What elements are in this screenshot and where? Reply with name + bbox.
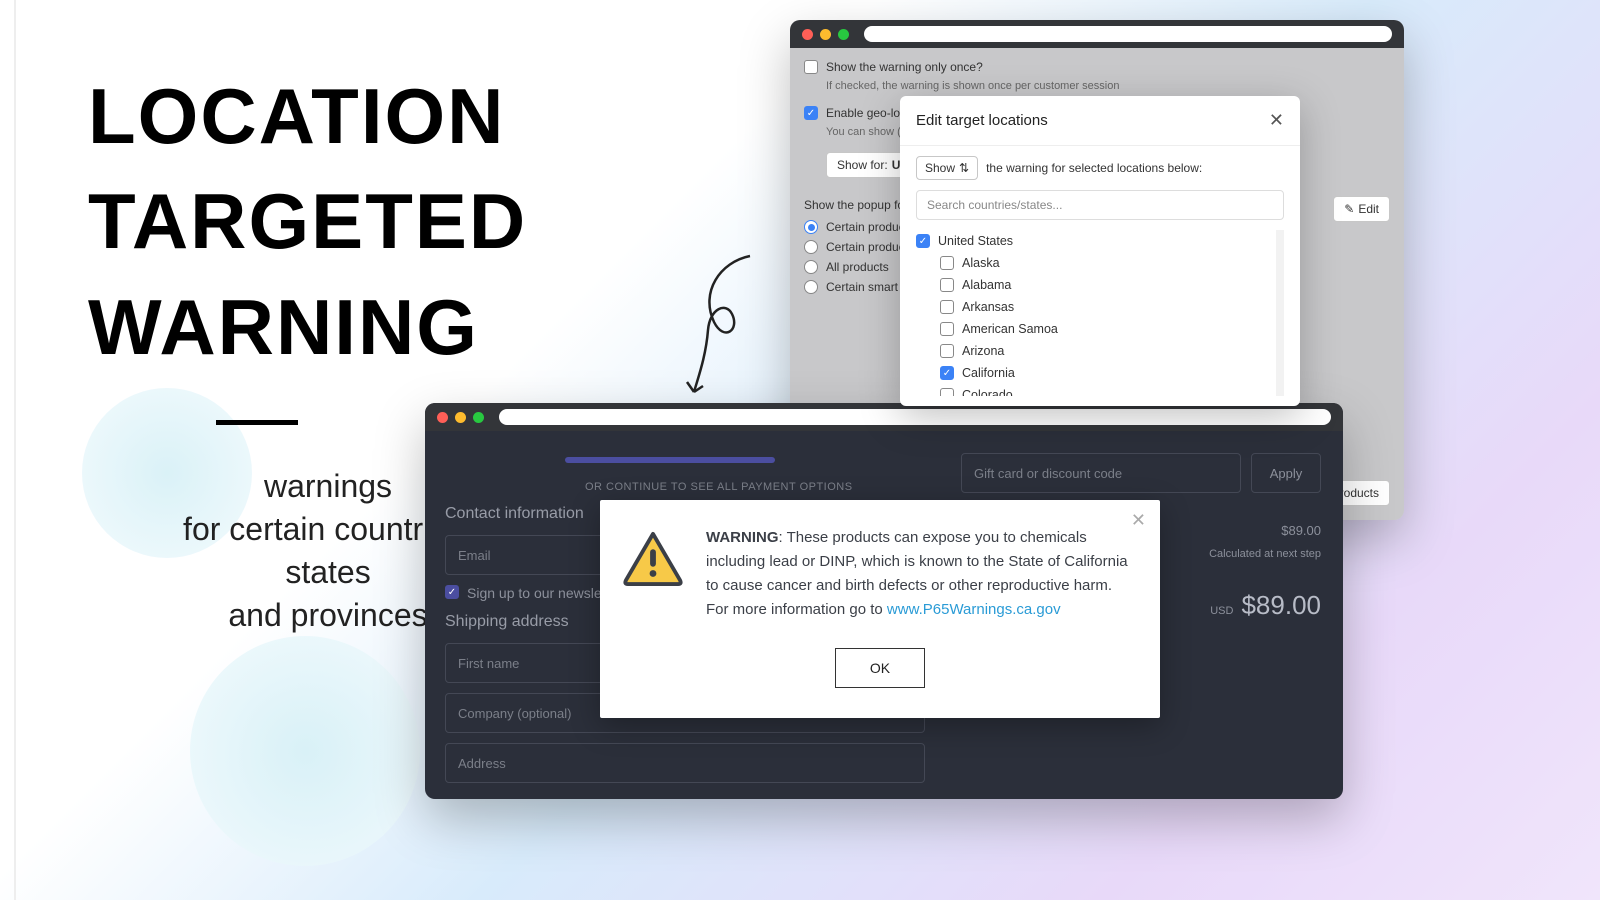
edit-label: Edit	[1358, 202, 1379, 216]
location-checkbox[interactable]	[940, 256, 954, 270]
divider	[216, 420, 298, 425]
show-once-checkbox[interactable]	[804, 60, 818, 74]
hero-sub-line: states	[285, 554, 370, 590]
hero-sub-line: and provinces	[228, 597, 427, 633]
show-once-help: If checked, the warning is shown once pe…	[826, 80, 1390, 92]
window-max-dot[interactable]	[473, 412, 484, 423]
location-checkbox[interactable]: ✓	[916, 234, 930, 248]
location-node[interactable]: Arizona	[916, 340, 1270, 362]
progress-bar	[565, 457, 775, 463]
window-min-dot[interactable]	[455, 412, 466, 423]
newsletter-checkbox[interactable]: ✓	[445, 585, 459, 599]
window-max-dot[interactable]	[838, 29, 849, 40]
location-node[interactable]: ✓ United States	[916, 230, 1270, 252]
location-tree[interactable]: ✓ United States Alaska Alabama Arkansas Ameri…	[916, 230, 1284, 396]
discount-field[interactable]: Gift card or discount code	[961, 453, 1241, 493]
location-label: Alabama	[962, 278, 1011, 292]
subtotal-value: $89.00	[1281, 523, 1321, 538]
newsletter-label: Sign up to our newsletter	[467, 585, 622, 601]
location-checkbox[interactable]	[940, 322, 954, 336]
location-checkbox[interactable]: ✓	[940, 366, 954, 380]
edit-locations-modal: Edit target locations ✕ Show ⇅ the warni…	[900, 96, 1300, 406]
action-value: Show	[925, 161, 955, 175]
show-for-prefix: Show for:	[837, 158, 888, 172]
location-label: Alaska	[962, 256, 1000, 270]
location-node[interactable]: American Samoa	[916, 318, 1270, 340]
hero-title: LOCATION TARGETED WARNING	[88, 64, 774, 380]
warning-text: WARNING: These products can expose you t…	[706, 526, 1132, 622]
hero-title-line: WARNING	[88, 283, 479, 371]
opt-label: All products	[826, 260, 889, 274]
ship-note-value: Calculated at next step	[1209, 548, 1321, 560]
window-titlebar	[790, 20, 1404, 48]
decorative-blob	[190, 636, 420, 866]
action-row: Show ⇅ the warning for selected location…	[916, 156, 1284, 180]
show-once-label: Show the warning only once?	[826, 60, 983, 74]
chevron-updown-icon: ⇅	[959, 161, 969, 175]
warning-link[interactable]: www.P65Warnings.ca.gov	[887, 601, 1061, 618]
action-select[interactable]: Show ⇅	[916, 156, 978, 180]
window-close-dot[interactable]	[802, 29, 813, 40]
address-field[interactable]: Address	[445, 743, 925, 783]
location-node[interactable]: Arkansas	[916, 296, 1270, 318]
address-bar[interactable]	[864, 26, 1392, 42]
location-label: California	[962, 366, 1015, 380]
total-value: $89.00	[1241, 590, 1321, 620]
location-node[interactable]: Colorado	[916, 384, 1270, 396]
address-bar[interactable]	[499, 409, 1331, 425]
window-titlebar	[425, 403, 1343, 431]
location-label: American Samoa	[962, 322, 1058, 336]
warning-prefix: WARNING	[706, 529, 779, 546]
discount-row: Gift card or discount code Apply	[961, 453, 1321, 493]
location-node[interactable]: Alaska	[916, 252, 1270, 274]
location-checkbox[interactable]	[940, 300, 954, 314]
radio-icon[interactable]	[804, 240, 818, 254]
radio-icon[interactable]	[804, 280, 818, 294]
currency-label: USD	[1210, 605, 1233, 617]
location-checkbox[interactable]	[940, 344, 954, 358]
close-icon[interactable]: ✕	[1269, 110, 1284, 131]
close-icon[interactable]: ✕	[1131, 510, 1146, 531]
location-checkbox[interactable]	[940, 278, 954, 292]
radio-icon[interactable]	[804, 260, 818, 274]
modal-body: Show ⇅ the warning for selected location…	[900, 146, 1300, 406]
location-label: Colorado	[962, 388, 1013, 396]
continue-label: OR CONTINUE TO SEE ALL PAYMENT OPTIONS	[585, 481, 925, 493]
modal-header: Edit target locations ✕	[900, 96, 1300, 146]
edit-button[interactable]: ✎ Edit	[1333, 196, 1390, 222]
ok-button[interactable]: OK	[835, 648, 925, 688]
warning-icon	[622, 530, 684, 586]
window-close-dot[interactable]	[437, 412, 448, 423]
action-suffix: the warning for selected locations below…	[986, 161, 1202, 175]
location-checkbox[interactable]	[940, 388, 954, 396]
modal-title: Edit target locations	[916, 112, 1048, 129]
location-node[interactable]: Alabama	[916, 274, 1270, 296]
warning-popup: ✕ WARNING: These products can expose you…	[600, 500, 1160, 718]
arrow-icon	[680, 252, 770, 402]
geo-checkbox[interactable]: ✓	[804, 106, 818, 120]
window-min-dot[interactable]	[820, 29, 831, 40]
hero-sub-line: warnings	[264, 468, 392, 504]
location-node[interactable]: ✓ California	[916, 362, 1270, 384]
location-label: United States	[938, 234, 1013, 248]
search-input[interactable]: Search countries/states...	[916, 190, 1284, 220]
hero-title-line: LOCATION	[88, 72, 506, 160]
location-label: Arkansas	[962, 300, 1014, 314]
radio-icon[interactable]	[804, 220, 818, 234]
show-once-row: Show the warning only once?	[804, 60, 1390, 74]
location-label: Arizona	[962, 344, 1004, 358]
hero-title-line: TARGETED	[88, 177, 527, 265]
apply-button[interactable]: Apply	[1251, 453, 1321, 493]
